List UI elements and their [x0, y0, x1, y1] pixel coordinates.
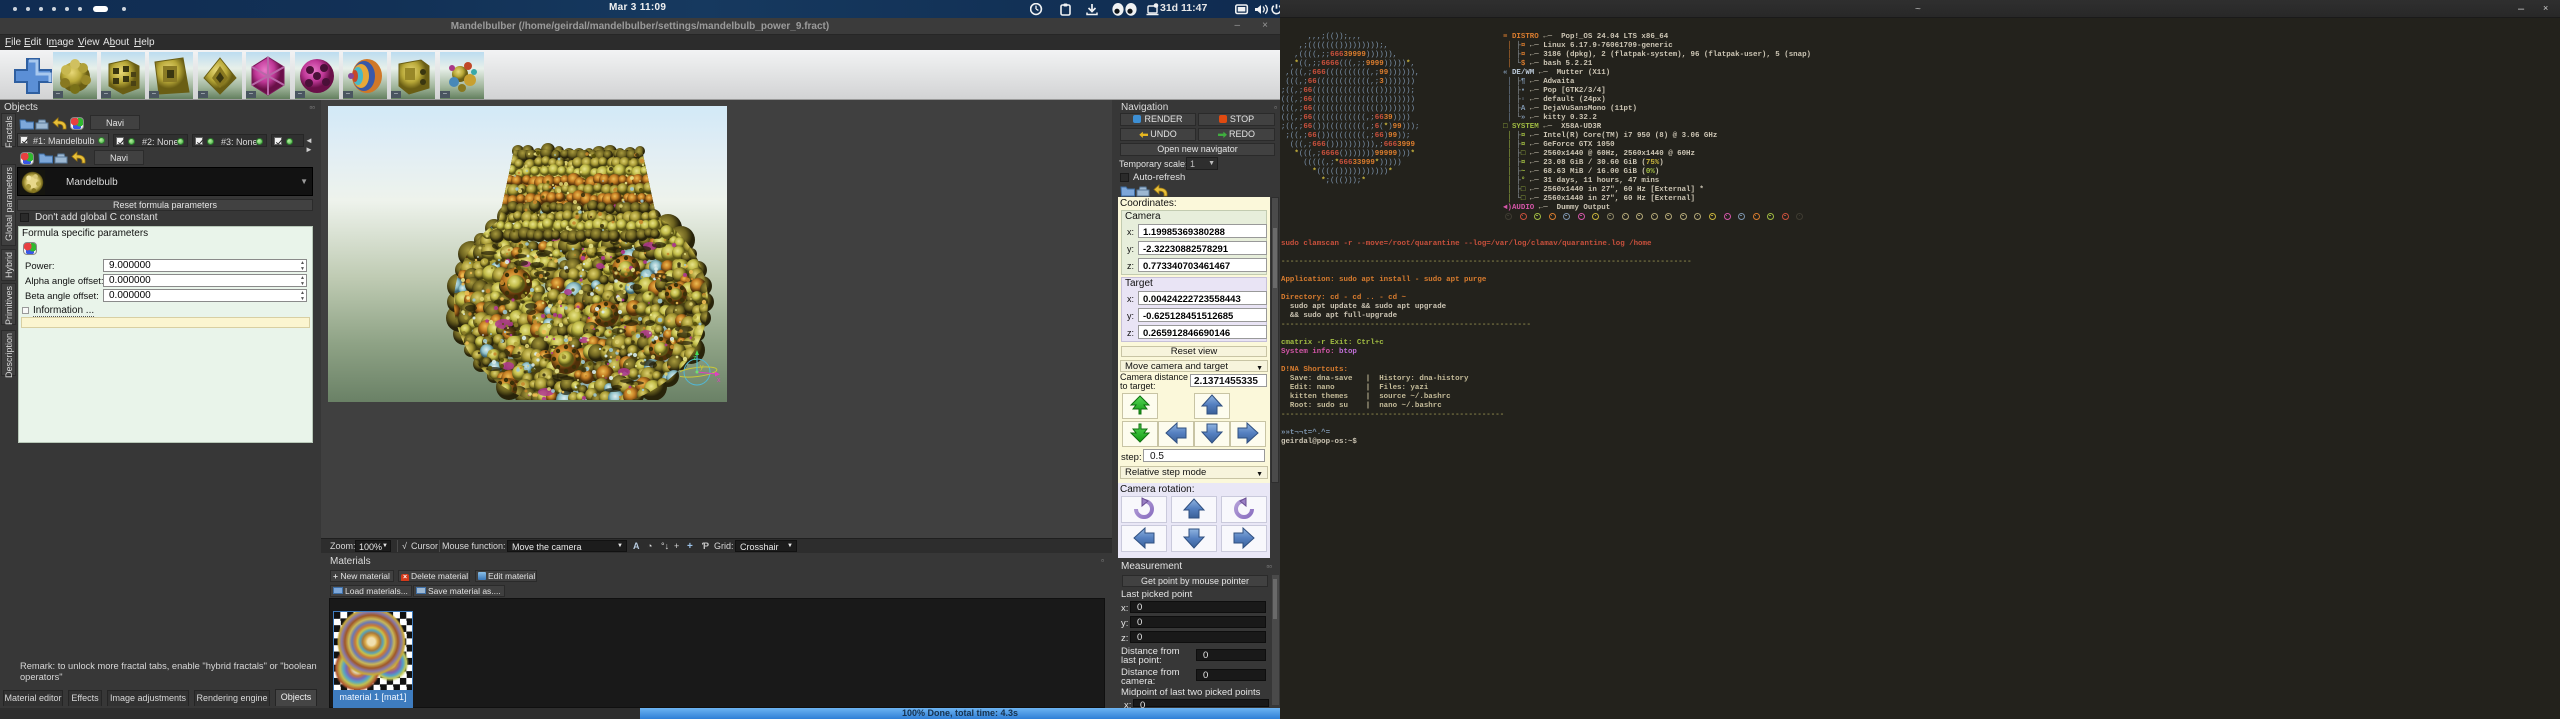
- svg-text:y: y: [700, 364, 704, 371]
- svg-text:x: x: [717, 377, 721, 384]
- svg-text:z: z: [693, 355, 697, 362]
